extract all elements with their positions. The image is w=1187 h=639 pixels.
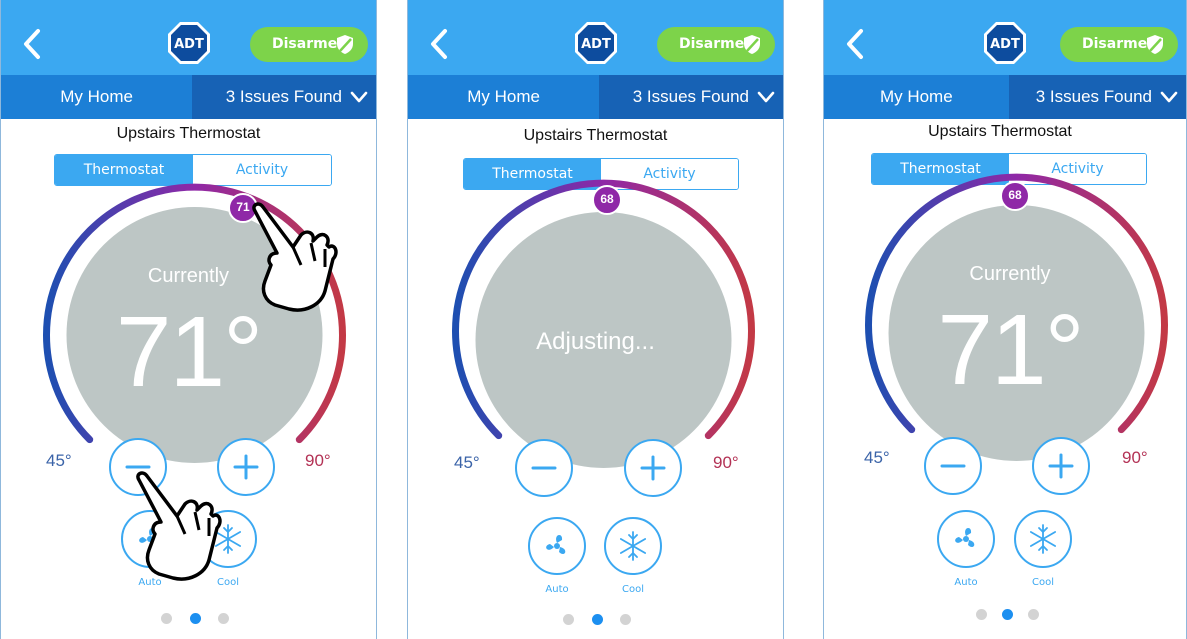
min-temp-label: 45° <box>46 451 72 470</box>
snowflake-icon <box>620 531 647 561</box>
page-dot <box>620 614 631 625</box>
current-label: Currently <box>969 263 1051 285</box>
page-indicator <box>161 613 231 625</box>
page-dot <box>976 609 987 620</box>
max-temp-label: 90° <box>713 453 739 472</box>
page-dot-active <box>190 613 201 624</box>
snowflake-icon <box>1030 524 1057 554</box>
decrease-temp-button[interactable] <box>515 439 573 497</box>
minus-icon <box>940 464 966 468</box>
fan-mode-label: Auto <box>545 584 569 595</box>
increase-temp-button[interactable] <box>1032 437 1090 495</box>
fan-icon <box>955 527 975 548</box>
plus-icon <box>640 455 666 481</box>
adjusting-status: Adjusting... <box>536 328 655 355</box>
min-temp-label: 45° <box>864 448 890 467</box>
phone-screen-3: ADT Disarmed My Home 3 Issues Found Upst… <box>823 0 1187 639</box>
setpoint-value: 68 <box>600 192 614 206</box>
tap-hand-icon <box>252 202 338 312</box>
cool-mode-label: Cool <box>1032 577 1054 588</box>
max-temp-label: 90° <box>1122 448 1148 467</box>
page-dot <box>161 613 172 624</box>
page-dot <box>1028 609 1039 620</box>
page-dot <box>563 614 574 625</box>
page-indicator <box>563 614 633 626</box>
decrease-temp-button[interactable] <box>924 437 982 495</box>
max-temp-label: 90° <box>305 451 331 470</box>
cool-mode-button[interactable] <box>604 517 662 575</box>
page-indicator <box>976 609 1046 621</box>
fan-icon <box>546 534 566 555</box>
plus-icon <box>233 454 259 480</box>
setpoint-value: 68 <box>1008 188 1022 202</box>
page-dot-active <box>1002 609 1013 620</box>
plus-icon <box>1048 453 1074 479</box>
page-dot-active <box>592 614 603 625</box>
current-temperature: 71° <box>937 294 1084 406</box>
phone-screen-1: ADT Disarmed My Home 3 Issues Found Upst… <box>0 0 377 639</box>
tap-hand-icon <box>136 471 222 581</box>
min-temp-label: 45° <box>454 453 480 472</box>
minus-icon <box>531 466 557 470</box>
fan-mode-label: Auto <box>954 577 978 588</box>
temperature-dial[interactable] <box>408 0 784 639</box>
cool-mode-label: Cool <box>622 584 644 595</box>
cool-mode-button[interactable] <box>1014 510 1072 568</box>
fan-mode-button[interactable] <box>528 517 586 575</box>
increase-temp-button[interactable] <box>624 439 682 497</box>
phone-screen-2: ADT Disarmed My Home 3 Issues Found Upst… <box>407 0 784 639</box>
page-dot <box>218 613 229 624</box>
fan-mode-button[interactable] <box>937 510 995 568</box>
